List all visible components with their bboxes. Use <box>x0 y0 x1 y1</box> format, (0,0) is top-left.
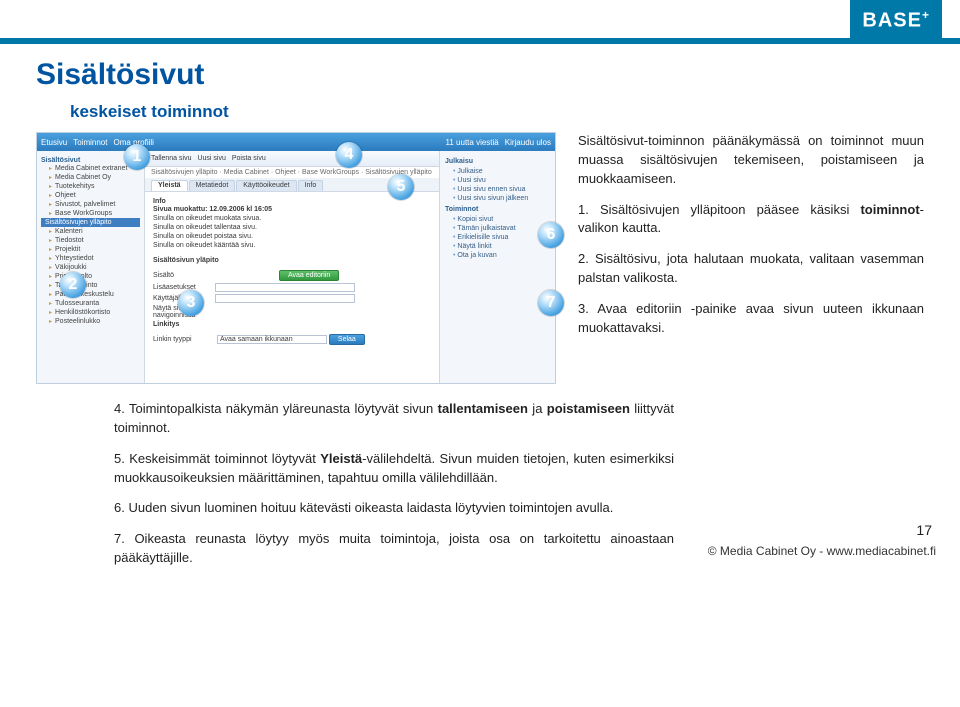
app-screenshot: Etusivu Toiminnot Oma profiili 11 uutta … <box>36 132 556 384</box>
nav-logout[interactable]: Kirjaudu ulos <box>505 138 551 147</box>
input-kayt[interactable] <box>215 294 355 303</box>
sidebar-item[interactable]: Media Cabinet extranet <box>41 164 140 173</box>
label-lisaa: Lisäasetukset <box>153 284 215 291</box>
page-number: 17 <box>916 522 932 538</box>
sidebar-item[interactable]: Sivustot, palvelimet <box>41 200 140 209</box>
point-5: 5. Keskeisimmät toiminnot löytyvät Yleis… <box>114 450 674 488</box>
callout-4: 4 <box>336 142 362 168</box>
open-editor-button[interactable]: Avaa editoriin <box>279 270 339 281</box>
tab-metatiedot[interactable]: Metatiedot <box>189 180 236 191</box>
intro-text: Sisältösivut-toiminnon päänäkymässä on t… <box>578 132 924 189</box>
info-right: Sinulla on oikeudet kääntää sivu. <box>153 241 431 250</box>
sidebar-item-selected[interactable]: Sisältösivujen ylläpito <box>41 218 140 227</box>
sidebar-item[interactable]: Kalenteri <box>41 227 140 236</box>
sidebar-item[interactable]: Base WorkGroups <box>41 209 140 218</box>
callout-2: 2 <box>60 272 86 298</box>
app-right-panel: Julkaisu Julkaise Uusi sivu Uusi sivu en… <box>439 151 555 384</box>
label-linkin: Linkin tyyppi <box>153 336 215 343</box>
info-heading: Info <box>153 198 431 205</box>
right-action[interactable]: Erikielisille sivua <box>445 233 550 242</box>
sidebar-item[interactable]: Printtihuolto <box>41 272 140 281</box>
right-heading-publish: Julkaisu <box>445 158 550 165</box>
sidebar-item[interactable]: Taloushallinto <box>41 281 140 290</box>
browse-button[interactable]: Selaa <box>329 334 365 345</box>
right-action[interactable]: Uusi sivu <box>445 176 550 185</box>
sidebar-item[interactable]: Henkilöstökortisto <box>41 308 140 317</box>
sidebar-item[interactable]: Väkijoukki <box>41 263 140 272</box>
sidebar-item[interactable]: Projektit <box>41 245 140 254</box>
tab-info[interactable]: Info <box>298 180 324 191</box>
app-header: Etusivu Toiminnot Oma profiili 11 uutta … <box>37 133 555 151</box>
sidebar-item[interactable]: Palaute keskustelu <box>41 290 140 299</box>
label-linkit: Linkitys <box>153 320 431 329</box>
brand-text: BASE <box>862 10 922 32</box>
description-column: Sisältösivut-toiminnon päänäkymässä on t… <box>578 132 924 384</box>
tab-yleista[interactable]: Yleistä <box>151 180 188 191</box>
delete-button[interactable]: Poista sivu <box>232 155 266 162</box>
callout-5: 5 <box>388 174 414 200</box>
sidebar-item[interactable]: Tiedostot <box>41 236 140 245</box>
info-modified: Sivua muokattu: 12.09.2006 kl 16:05 <box>153 205 431 214</box>
point-6: 6. Uuden sivun luominen hoituu kätevästi… <box>114 499 674 518</box>
app-sidebar: Sisältösivut Media Cabinet extranet Medi… <box>37 151 145 384</box>
info-right: Sinulla on oikeudet tallentaa sivu. <box>153 223 431 232</box>
sidebar-item[interactable]: Media Cabinet Oy <box>41 173 140 182</box>
right-action[interactable]: Kopioi sivut <box>445 215 550 224</box>
save-button[interactable]: Tallenna sivu <box>151 155 191 162</box>
label-sisalto: Sisältö <box>153 272 215 279</box>
right-action[interactable]: Julkaise <box>445 167 550 176</box>
info-right: Sinulla on oikeudet poistaa sivu. <box>153 232 431 241</box>
page-title: Sisältösivut <box>36 58 924 92</box>
app-toolbar: Tallenna sivu Uusi sivu Poista sivu <box>145 151 439 167</box>
tab-kayttooikeudet[interactable]: Käyttöoikeudet <box>236 180 296 191</box>
callout-6: 6 <box>538 222 564 248</box>
sidebar-item[interactable]: Yhteystiedot <box>41 254 140 263</box>
point-3: 3. Avaa editoriin -painike avaa sivun uu… <box>578 300 924 338</box>
new-page-button[interactable]: Uusi sivu <box>197 155 225 162</box>
callout-1: 1 <box>124 144 150 170</box>
page-subtitle: keskeiset toiminnot <box>70 102 924 122</box>
point-7: 7. Oikeasta reunasta löytyy myös muita t… <box>114 530 674 568</box>
callout-3: 3 <box>178 290 204 316</box>
screenshot-container: Etusivu Toiminnot Oma profiili 11 uutta … <box>36 132 556 384</box>
point-1: 1. Sisältösivujen ylläpitoon pääsee käsi… <box>578 201 924 239</box>
right-action[interactable]: Näytä linkit <box>445 242 550 251</box>
sidebar-item[interactable]: Tuotekehitys <box>41 182 140 191</box>
sidebar-item[interactable]: Ohjeet <box>41 191 140 200</box>
right-action[interactable]: Uusi sivu ennen sivua <box>445 185 550 194</box>
right-action[interactable]: Tämän julkaistavat <box>445 224 550 233</box>
sidebar-item[interactable]: Tulosseuranta <box>41 299 140 308</box>
callout-7: 7 <box>538 290 564 316</box>
brand-plus: + <box>922 8 930 22</box>
nav-home[interactable]: Etusivu <box>41 138 67 147</box>
point-4: 4. Toimintopalkista näkymän yläreunasta … <box>114 400 674 438</box>
input-lisaa[interactable] <box>215 283 355 292</box>
header-strip: BASE+ <box>0 0 960 44</box>
footer-text: © Media Cabinet Oy - www.mediacabinet.fi <box>708 544 936 558</box>
nav-toiminnot[interactable]: Toiminnot <box>73 138 107 147</box>
info-right: Sinulla on oikeudet muokata sivua. <box>153 214 431 223</box>
select-linkin[interactable]: Avaa samaan ikkunaan <box>217 335 327 344</box>
form-heading: Sisältösivun yläpito <box>153 256 431 265</box>
sidebar-item[interactable]: Posteelinlukko <box>41 317 140 326</box>
nav-messages[interactable]: 11 uutta viestiä <box>446 138 499 147</box>
right-action[interactable]: Uusi sivu sivun jälkeen <box>445 194 550 203</box>
lower-text: 4. Toimintopalkista näkymän yläreunasta … <box>114 400 674 568</box>
point-2: 2. Sisältösivu, jota halutaan muokata, v… <box>578 250 924 288</box>
right-heading-actions: Toiminnot <box>445 206 550 213</box>
right-action[interactable]: Ota ja kuvan <box>445 251 550 260</box>
